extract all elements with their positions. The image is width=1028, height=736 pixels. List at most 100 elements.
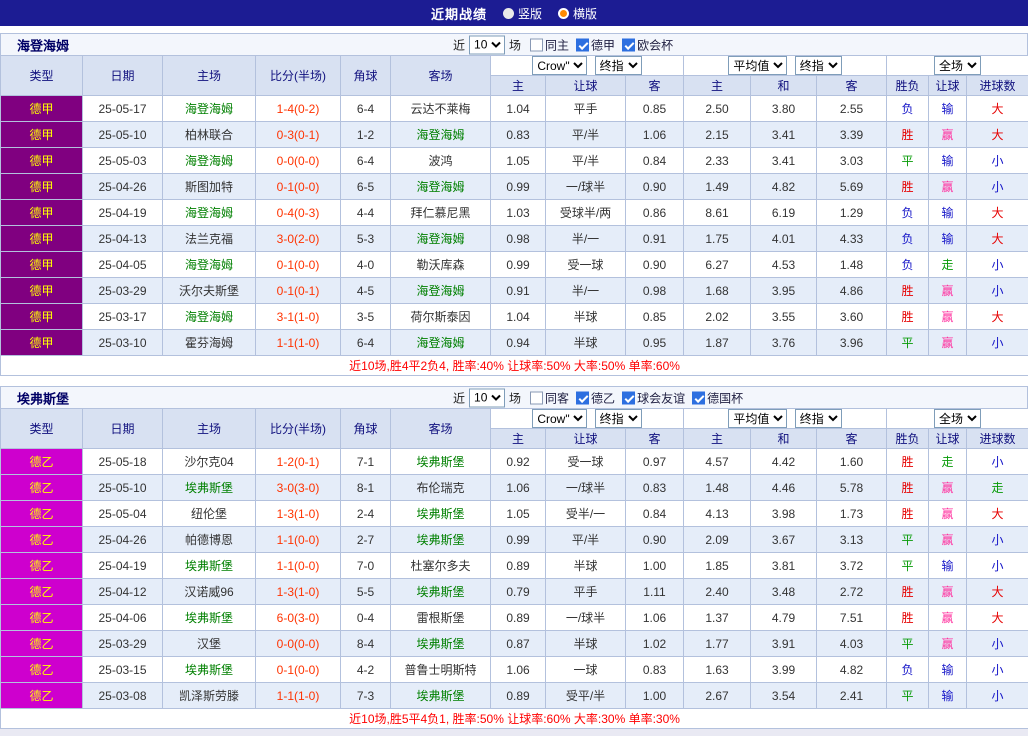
result-cell: 负 bbox=[887, 226, 929, 252]
score-cell[interactable]: 0-1(0-0) bbox=[256, 174, 341, 200]
handicap-result-cell: 赢 bbox=[929, 501, 967, 527]
away-team-cell[interactable]: 海登海姆 bbox=[391, 278, 491, 304]
checkbox-icon[interactable] bbox=[692, 391, 705, 404]
col-header-date: 日期 bbox=[83, 409, 163, 449]
euro-average-select[interactable]: 平均值 bbox=[728, 56, 787, 75]
score-cell[interactable]: 3-1(1-0) bbox=[256, 304, 341, 330]
filter-option[interactable]: 同主 bbox=[530, 36, 569, 53]
away-team-cell[interactable]: 勒沃库森 bbox=[391, 252, 491, 278]
home-team-cell[interactable]: 汉诺威96 bbox=[163, 579, 256, 605]
home-team-cell[interactable]: 海登海姆 bbox=[163, 304, 256, 330]
home-team-cell[interactable]: 埃弗斯堡 bbox=[163, 657, 256, 683]
score-cell[interactable]: 1-1(0-0) bbox=[256, 527, 341, 553]
checkbox-icon[interactable] bbox=[530, 38, 543, 51]
home-team-cell[interactable]: 埃弗斯堡 bbox=[163, 475, 256, 501]
score-cell[interactable]: 1-3(1-0) bbox=[256, 501, 341, 527]
euro-draw-cell: 3.76 bbox=[751, 330, 817, 356]
away-team-cell[interactable]: 云达不莱梅 bbox=[391, 96, 491, 122]
away-team-cell[interactable]: 埃弗斯堡 bbox=[391, 683, 491, 709]
score-cell[interactable]: 0-3(0-1) bbox=[256, 122, 341, 148]
away-team-cell[interactable]: 波鸿 bbox=[391, 148, 491, 174]
result-cell: 胜 bbox=[887, 304, 929, 330]
checkbox-icon[interactable] bbox=[622, 38, 635, 51]
home-team-cell[interactable]: 沙尔克04 bbox=[163, 449, 256, 475]
score-cell[interactable]: 1-4(0-2) bbox=[256, 96, 341, 122]
odds-time-select[interactable]: 终指 bbox=[595, 56, 642, 75]
score-cell[interactable]: 1-2(0-1) bbox=[256, 449, 341, 475]
away-team-cell[interactable]: 杜塞尔多夫 bbox=[391, 553, 491, 579]
score-cell[interactable]: 0-0(0-0) bbox=[256, 148, 341, 174]
home-team-cell[interactable]: 霍芬海姆 bbox=[163, 330, 256, 356]
filter-option[interactable]: 德国杯 bbox=[692, 389, 743, 406]
near-label: 近 bbox=[453, 36, 465, 53]
home-team-cell[interactable]: 海登海姆 bbox=[163, 96, 256, 122]
score-cell[interactable]: 6-0(3-0) bbox=[256, 605, 341, 631]
home-team-cell[interactable]: 凯泽斯劳滕 bbox=[163, 683, 256, 709]
col-header-handicap: 让球 bbox=[546, 429, 626, 449]
score-cell[interactable]: 0-1(0-0) bbox=[256, 252, 341, 278]
filter-option[interactable]: 欧会杯 bbox=[622, 36, 673, 53]
match-count-select[interactable]: 10 bbox=[469, 35, 505, 54]
away-odds-cell: 0.86 bbox=[626, 200, 684, 226]
away-team-cell[interactable]: 埃弗斯堡 bbox=[391, 527, 491, 553]
odds-time-select[interactable]: 终指 bbox=[595, 409, 642, 428]
checkbox-icon[interactable] bbox=[530, 391, 543, 404]
away-team-cell[interactable]: 埃弗斯堡 bbox=[391, 631, 491, 657]
away-team-cell[interactable]: 普鲁士明斯特 bbox=[391, 657, 491, 683]
home-team-cell[interactable]: 斯图加特 bbox=[163, 174, 256, 200]
layout-vertical-radio[interactable]: 竖版 bbox=[503, 5, 542, 22]
home-team-cell[interactable]: 纽伦堡 bbox=[163, 501, 256, 527]
away-team-cell[interactable]: 海登海姆 bbox=[391, 330, 491, 356]
away-team-cell[interactable]: 海登海姆 bbox=[391, 226, 491, 252]
layout-horizontal-radio[interactable]: 横版 bbox=[558, 5, 597, 22]
score-cell[interactable]: 3-0(3-0) bbox=[256, 475, 341, 501]
checkbox-icon[interactable] bbox=[622, 391, 635, 404]
scope-select[interactable]: 全场 bbox=[934, 409, 981, 428]
match-count-select[interactable]: 10 bbox=[469, 388, 505, 407]
home-team-cell[interactable]: 埃弗斯堡 bbox=[163, 553, 256, 579]
euro-time-select[interactable]: 终指 bbox=[795, 56, 842, 75]
odds-company-select[interactable]: Crow" bbox=[532, 409, 587, 428]
euro-home-cell: 8.61 bbox=[684, 200, 751, 226]
euro-average-select[interactable]: 平均值 bbox=[728, 409, 787, 428]
filter-option[interactable]: 同客 bbox=[530, 389, 569, 406]
home-team-cell[interactable]: 柏林联合 bbox=[163, 122, 256, 148]
home-team-cell[interactable]: 海登海姆 bbox=[163, 148, 256, 174]
away-team-cell[interactable]: 海登海姆 bbox=[391, 122, 491, 148]
score-cell[interactable]: 1-1(0-0) bbox=[256, 553, 341, 579]
checkbox-icon[interactable] bbox=[576, 38, 589, 51]
away-team-cell[interactable]: 雷根斯堡 bbox=[391, 605, 491, 631]
home-team-cell[interactable]: 汉堡 bbox=[163, 631, 256, 657]
score-cell[interactable]: 0-0(0-0) bbox=[256, 631, 341, 657]
home-team-cell[interactable]: 法兰克福 bbox=[163, 226, 256, 252]
home-team-cell[interactable]: 海登海姆 bbox=[163, 200, 256, 226]
home-team-cell[interactable]: 埃弗斯堡 bbox=[163, 605, 256, 631]
away-team-cell[interactable]: 埃弗斯堡 bbox=[391, 501, 491, 527]
score-cell[interactable]: 1-1(1-0) bbox=[256, 330, 341, 356]
home-team-cell[interactable]: 帕德博恩 bbox=[163, 527, 256, 553]
away-team-cell[interactable]: 海登海姆 bbox=[391, 174, 491, 200]
odds-company-select[interactable]: Crow" bbox=[532, 56, 587, 75]
scope-select[interactable]: 全场 bbox=[934, 56, 981, 75]
score-cell[interactable]: 3-0(2-0) bbox=[256, 226, 341, 252]
filter-option[interactable]: 德甲 bbox=[576, 36, 615, 53]
away-team-cell[interactable]: 荷尔斯泰因 bbox=[391, 304, 491, 330]
filter-option[interactable]: 球会友谊 bbox=[622, 389, 685, 406]
away-team-cell[interactable]: 埃弗斯堡 bbox=[391, 449, 491, 475]
score-cell[interactable]: 1-3(1-0) bbox=[256, 579, 341, 605]
away-team-cell[interactable]: 埃弗斯堡 bbox=[391, 579, 491, 605]
date-cell: 25-05-17 bbox=[83, 96, 163, 122]
score-cell[interactable]: 0-4(0-3) bbox=[256, 200, 341, 226]
home-team-cell[interactable]: 沃尔夫斯堡 bbox=[163, 278, 256, 304]
away-team-cell[interactable]: 布伦瑞克 bbox=[391, 475, 491, 501]
checkbox-icon[interactable] bbox=[576, 391, 589, 404]
score-cell[interactable]: 1-1(1-0) bbox=[256, 683, 341, 709]
score-cell[interactable]: 0-1(0-0) bbox=[256, 657, 341, 683]
euro-home-cell: 4.57 bbox=[684, 449, 751, 475]
away-team-cell[interactable]: 拜仁慕尼黑 bbox=[391, 200, 491, 226]
filter-option[interactable]: 德乙 bbox=[576, 389, 615, 406]
euro-time-select[interactable]: 终指 bbox=[795, 409, 842, 428]
euro-draw-cell: 3.95 bbox=[751, 278, 817, 304]
score-cell[interactable]: 0-1(0-1) bbox=[256, 278, 341, 304]
home-team-cell[interactable]: 海登海姆 bbox=[163, 252, 256, 278]
